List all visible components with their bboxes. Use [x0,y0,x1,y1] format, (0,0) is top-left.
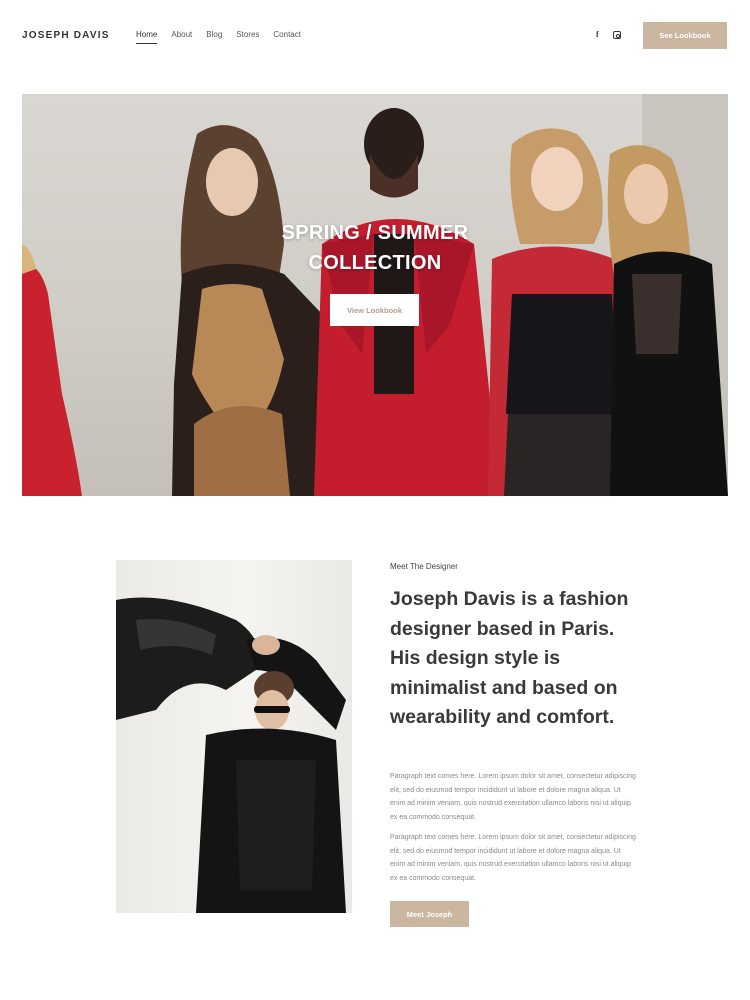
meet-joseph-button[interactable]: Meet Joseph [390,901,469,927]
designer-paragraph-1: Paragraph text comes here. Lorem ipsum d… [390,773,636,821]
hero-title-line-2: COLLECTION [308,252,442,274]
instagram-icon[interactable] [613,31,621,39]
brand-logo[interactable]: JOSEPH DAVIS [22,30,110,41]
hero-title: SPRING / SUMMER COLLECTION [22,218,728,278]
see-lookbook-button[interactable]: See Lookbook [643,22,727,49]
nav-item-about[interactable]: About [171,30,192,39]
designer-paragraph-2: Paragraph text comes here. Lorem ipsum d… [390,834,636,882]
nav-item-blog[interactable]: Blog [206,30,222,39]
hero-title-line-1: SPRING / SUMMER [281,222,469,244]
nav-item-stores[interactable]: Stores [236,30,259,39]
nav-item-home[interactable]: Home [136,30,158,44]
designer-headline: Joseph Davis is a fashion designer based… [390,588,629,728]
designer-image [116,597,346,913]
nav-item-contact[interactable]: Contact [273,30,301,39]
facebook-icon[interactable]: f [596,30,599,39]
designer-photo [116,560,352,913]
site-header: JOSEPH DAVIS Home About Blog Stores Cont… [0,0,750,72]
main-nav: Home About Blog Stores Contact [136,30,315,44]
view-lookbook-button[interactable]: View Lookbook [330,294,419,326]
hero-banner: SPRING / SUMMER COLLECTION View Lookbook [22,94,728,496]
section-eyebrow: Meet The Designer [390,562,458,571]
